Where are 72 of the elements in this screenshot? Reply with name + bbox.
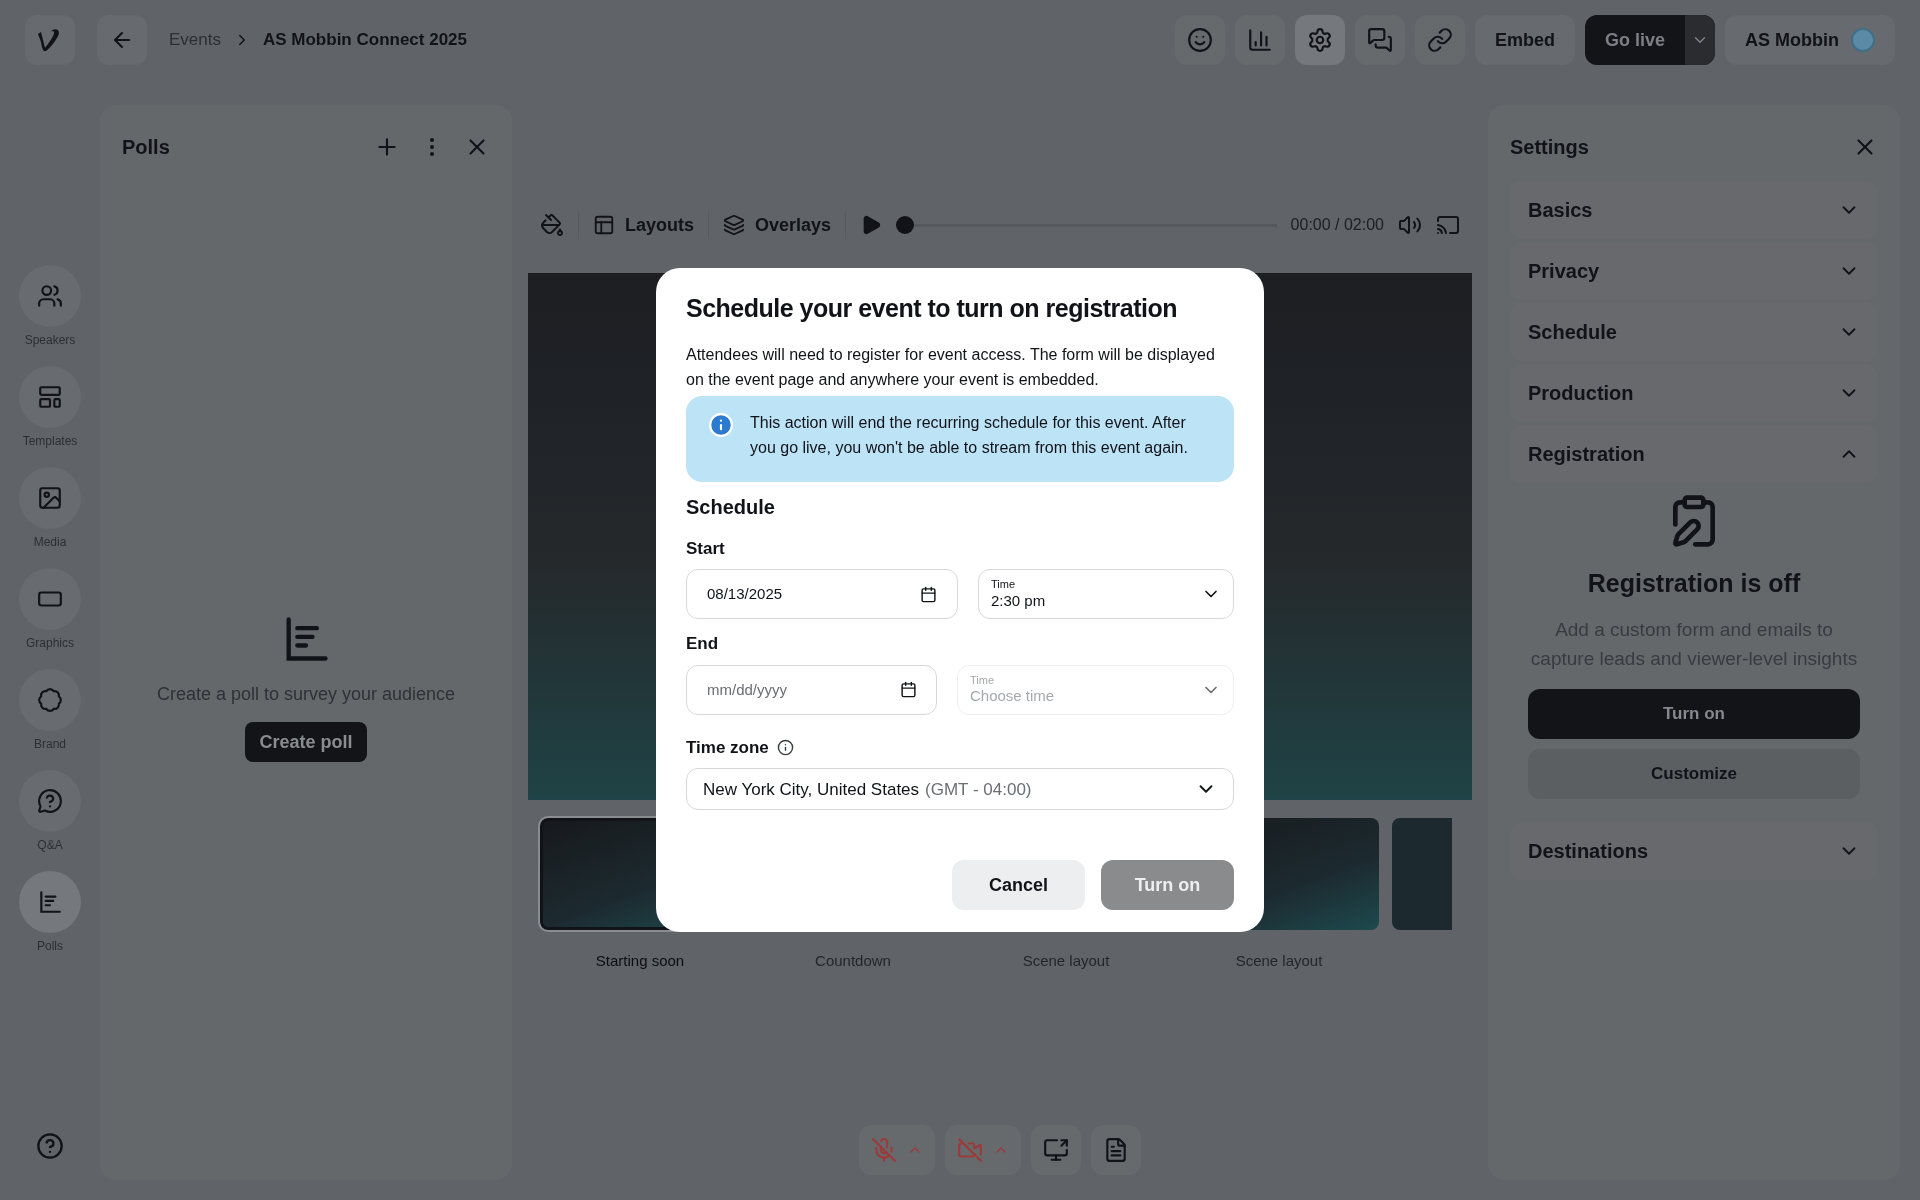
section-heading: Schedule [686,494,776,520]
logo[interactable] [25,15,75,65]
breadcrumb-current: AS Mobbin Connect 2025 [263,29,467,52]
date-field[interactable]: 08/13/2025 [686,569,958,620]
layers-icon [723,214,745,236]
layout-icon [593,214,615,236]
back-button[interactable] [97,15,147,65]
link-icon [1426,27,1453,53]
toolbar-button[interactable] [1414,15,1465,65]
toolbar-tab[interactable]: Layouts [593,211,694,239]
scene-label: Scene layout [1022,951,1110,971]
calendar-icon[interactable] [900,680,917,698]
toolbar-button[interactable] [1354,15,1405,65]
time-placeholder: Choose time [970,687,1056,706]
image-icon [37,485,63,511]
registration-heading: Registration is off [1587,568,1801,599]
scene-label: Starting soon [595,951,685,971]
toolbar-button[interactable] [1174,15,1225,65]
time-zone-select[interactable]: New York City, United States (GMT - 04:00) [686,768,1234,811]
cast-icon[interactable] [1436,213,1460,237]
cancel-button[interactable]: Cancel [952,860,1085,911]
time-zone-value: New York City, United States [703,778,920,801]
chart-icon [1246,27,1273,53]
badge-icon [37,687,63,713]
time-value: 2:30 pm [991,591,1047,611]
time-label: Time [991,578,1017,592]
turn-on-button[interactable]: Turn on [1528,688,1860,739]
time-zone-offset: (GMT - 04:00) [925,778,1033,801]
dialog-description: Attendees will need to register for event access. The form will be displayed on the event page and anywhere your event is embedded. [686,344,1216,390]
help-icon[interactable] [36,1132,64,1160]
toolbar-button[interactable] [1234,15,1285,65]
toolbar-tab[interactable]: Overlays [723,211,832,239]
paint-bucket-icon[interactable] [540,213,564,237]
template-icon [37,384,63,410]
scene-thumbnail[interactable] [1392,818,1452,930]
panel-title: Settings [1510,135,1589,160]
customize-button[interactable]: Customize [1528,748,1860,799]
scene-label: Countdown [815,951,891,971]
smiley-icon [1186,27,1213,53]
empty-state-text: Create a poll to survey your audience [156,683,456,706]
toolbar-button[interactable] [1294,15,1345,65]
time-label: Time [970,673,996,688]
create-poll-button[interactable]: Create poll [245,722,367,762]
embed-button[interactable]: Embed [1474,15,1575,65]
people-icon [37,283,63,309]
field-label: Start [686,537,726,560]
chat-icon [1366,27,1393,53]
panel-title: Polls [122,135,170,160]
time-select[interactable]: Time 2:30 pm [978,569,1234,620]
volume-icon[interactable] [1398,213,1422,237]
calendar-icon[interactable] [920,585,937,603]
media-control-button[interactable] [1031,1124,1081,1175]
media-control-button[interactable] [1091,1124,1141,1175]
avatar-icon [1851,28,1875,52]
field-label: Time zone [686,736,769,759]
field-label: End [686,633,720,656]
scene-label: Scene layout [1235,951,1323,971]
info-icon[interactable] [776,739,794,756]
progress-thumb[interactable] [896,216,915,234]
go-live-menu-button[interactable] [1685,15,1715,65]
info-icon [708,411,734,438]
settings-icon [1306,27,1333,53]
date-field[interactable]: mm/dd/yyyy [686,664,937,715]
date-value: 08/13/2025 [707,584,784,604]
question-bubble-icon [37,788,63,814]
progress-slider[interactable] [896,216,1277,234]
time-display: 00:00 / 02:00 [1290,215,1384,235]
notice-text: This action will end the recurring schedule for this event. After you go live, you won't be able to stream from this event again. [750,412,1189,458]
dialog-title: Schedule your event to turn on registration [686,292,1179,324]
chart-bars-icon [37,889,63,915]
time-select[interactable]: Time Choose time [957,664,1234,715]
account-button[interactable]: AS Mobbin [1725,15,1895,65]
